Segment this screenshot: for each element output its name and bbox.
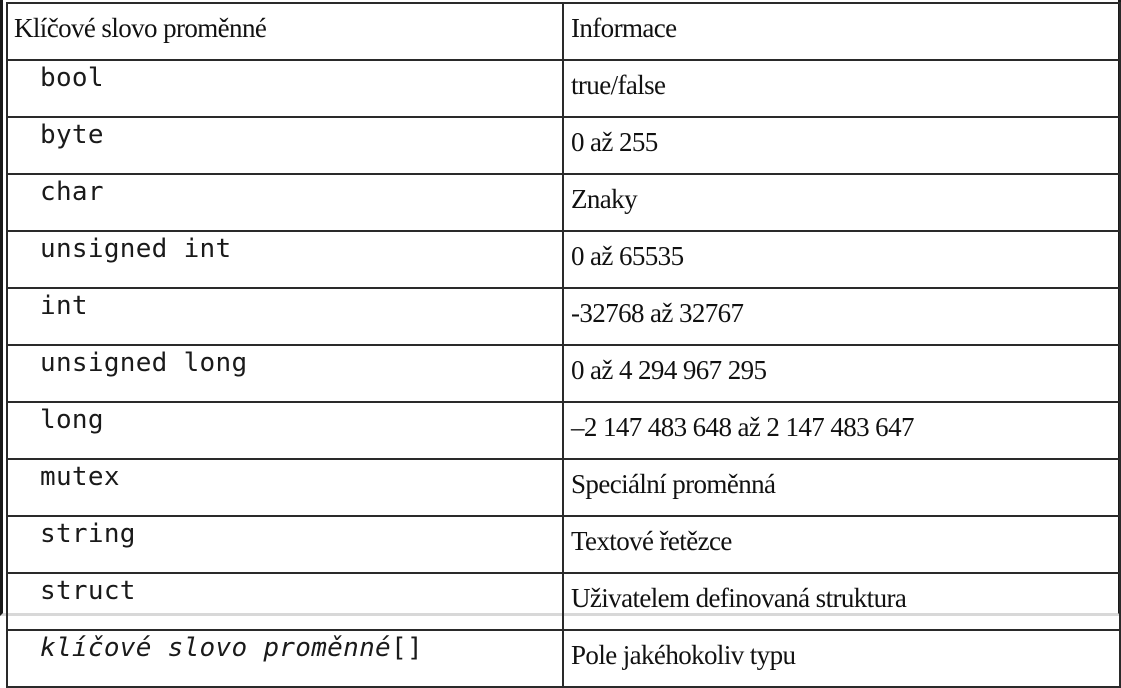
keyword-cell: char [6,173,564,232]
info-cell: 0 až 255 [562,116,1121,175]
info-cell: Pole jakéhokoliv typu [562,629,1121,688]
variable-types-table: Klíčové slovo proměnné Informace bool tr… [6,2,1121,688]
table-frame: Klíčové slovo proměnné Informace bool tr… [0,0,1121,688]
array-brackets: [] [390,633,423,663]
keyword-cell: mutex [6,458,564,517]
table-row: unsigned long 0 až 4 294 967 295 [6,344,1121,403]
keyword-cell: bool [6,59,564,118]
info-cell: true/false [562,59,1121,118]
info-cell: -32768 až 32767 [562,287,1121,346]
table-row: mutex Speciální proměnná [6,458,1121,517]
info-cell: –2 147 483 648 až 2 147 483 647 [562,401,1121,460]
keyword-cell: byte [6,116,564,175]
table-row: struct Uživatelem definovaná struktura [6,572,1121,631]
info-cell: Textové řetězce [562,515,1121,574]
keyword-cell: int [6,287,564,346]
info-cell: Speciální proměnná [562,458,1121,517]
keyword-cell: unsigned long [6,344,564,403]
header-keyword: Klíčové slovo proměnné [6,2,564,61]
table-row: char Znaky [6,173,1121,232]
table-row: int -32768 až 32767 [6,287,1121,346]
keyword-cell: struct [6,572,564,631]
info-cell: Znaky [562,173,1121,232]
keyword-italic: klíčové slovo proměnné [40,633,391,663]
keyword-cell: long [6,401,564,460]
table-row: byte 0 až 255 [6,116,1121,175]
table-row: bool true/false [6,59,1121,118]
table-row: unsigned int 0 až 65535 [6,230,1121,289]
header-info: Informace [562,2,1121,61]
table-row: long –2 147 483 648 až 2 147 483 647 [6,401,1121,460]
keyword-cell: string [6,515,564,574]
table-header-row: Klíčové slovo proměnné Informace [6,2,1121,61]
info-cell: 0 až 4 294 967 295 [562,344,1121,403]
keyword-cell: unsigned int [6,230,564,289]
info-cell: 0 až 65535 [562,230,1121,289]
keyword-cell: klíčové slovo proměnné[] [6,629,564,688]
table-row: string Textové řetězce [6,515,1121,574]
table-row: klíčové slovo proměnné[] Pole jakéhokoli… [6,629,1121,688]
info-cell: Uživatelem definovaná struktura [562,572,1121,631]
